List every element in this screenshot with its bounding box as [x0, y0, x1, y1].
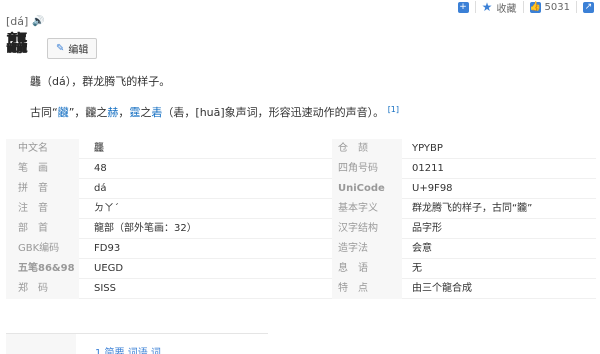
table-row: 注 音 ㄉㄚˊ 基本字义 群龙腾飞的样子，古同“龖”: [6, 198, 596, 219]
edit-button[interactable]: ✎ 编辑: [47, 38, 98, 59]
thumbs-up-icon: 👍: [529, 1, 541, 13]
link-char[interactable]: 龖: [58, 106, 69, 119]
pencil-icon: ✎: [56, 43, 65, 54]
value: FD93: [94, 242, 121, 254]
favorite-button[interactable]: ★ 收藏: [482, 0, 517, 15]
label: 五笔86&98: [6, 258, 79, 279]
value: ㄉㄚˊ: [94, 202, 119, 214]
label: 基本字义: [332, 198, 402, 219]
edit-label: 编辑: [68, 45, 89, 56]
value: 由三个龍合成: [412, 282, 472, 294]
value: dá: [94, 182, 107, 194]
like-count: 5031: [544, 1, 570, 13]
def-text: ，: [118, 106, 130, 119]
label: 拼 音: [6, 178, 79, 199]
table-row: 部 首 龍部（部外笔画：32） 汉字结构 品字形: [6, 218, 596, 239]
value: U+9F98: [412, 182, 453, 194]
pinyin: [dá] 🔊: [6, 15, 45, 28]
label: 四角号码: [332, 158, 402, 179]
value: 无: [412, 262, 422, 274]
label: 中文名: [6, 138, 79, 159]
value: 龍部（部外笔画：32）: [94, 222, 197, 234]
definition-2: 古同“龖”，龖之赫，霆之砉（砉，[huā]象声词，形容迅速动作的声音）。 [1]: [30, 104, 399, 120]
def-text: 之: [140, 106, 152, 119]
pinyin-text: [dá]: [6, 15, 29, 28]
label: 郑 码: [6, 278, 79, 299]
value: YPYBP: [412, 142, 443, 154]
star-icon: ★: [481, 0, 493, 14]
definition-1: 龘（dá），群龙腾飞的样子。: [30, 75, 171, 88]
value: SISS: [94, 282, 116, 294]
table-row: 五笔86&98 UEGD 息 语 无: [6, 258, 596, 279]
value: 01211: [412, 162, 444, 174]
label: 特 点: [332, 278, 402, 299]
label: GBK编码: [6, 238, 79, 259]
label: UniCode: [332, 178, 402, 199]
footnote-link[interactable]: [1]: [388, 105, 399, 114]
like-button[interactable]: 👍 5031: [529, 1, 570, 13]
link-char[interactable]: 赫: [107, 106, 118, 119]
headword: 龘: [6, 31, 28, 57]
table-row: 中文名 龘 仓 颉 YPYBP: [6, 138, 596, 159]
label: 息 语: [332, 258, 402, 279]
value: UEGD: [94, 262, 124, 274]
def-text: （砉，[huā]象声词，形容迅速动作的声音）。: [162, 106, 385, 119]
top-toolbar: + ★ 收藏 👍 5031 ↗: [457, 0, 600, 15]
value: 群龙腾飞的样子，古同“龖”: [412, 202, 533, 214]
share-icon[interactable]: ↗: [583, 1, 594, 13]
link-char[interactable]: 霆: [129, 106, 140, 119]
label: 汉字结构: [332, 218, 402, 239]
link-char[interactable]: 砉: [151, 106, 162, 119]
value: 48: [94, 162, 107, 174]
table-row: 郑 码 SISS 特 点 由三个龍合成: [6, 278, 596, 299]
label: 仓 颉: [332, 138, 402, 159]
value: 龘: [94, 142, 104, 154]
table-row: 拼 音 dá UniCode U+9F98: [6, 178, 596, 199]
divider: [522, 1, 524, 13]
value: 会意: [412, 242, 432, 254]
favorite-label: 收藏: [496, 3, 517, 15]
def-text: ”，龖之: [68, 106, 108, 119]
label: 部 首: [6, 218, 79, 239]
divider: [576, 1, 577, 13]
table-row: 笔 画 48 四角号码 01211: [6, 158, 596, 179]
table-row: GBK编码 FD93 造字法 会意: [6, 238, 596, 259]
label: 造字法: [332, 238, 402, 259]
divider: [474, 1, 476, 13]
label: 笔 画: [6, 158, 79, 179]
toc-sidebar: [6, 334, 76, 354]
label: 注 音: [6, 198, 79, 219]
info-table: 中文名 龘 仓 颉 YPYBP 笔 画 48 四角号码 01211 拼 音 dá…: [6, 138, 596, 299]
speaker-icon[interactable]: 🔊: [32, 16, 44, 27]
plus-icon[interactable]: +: [457, 1, 469, 13]
value: 品字形: [412, 222, 442, 234]
toc-item[interactable]: 1 简要 词语 词: [95, 346, 215, 354]
def-text: 古同“: [30, 106, 58, 119]
